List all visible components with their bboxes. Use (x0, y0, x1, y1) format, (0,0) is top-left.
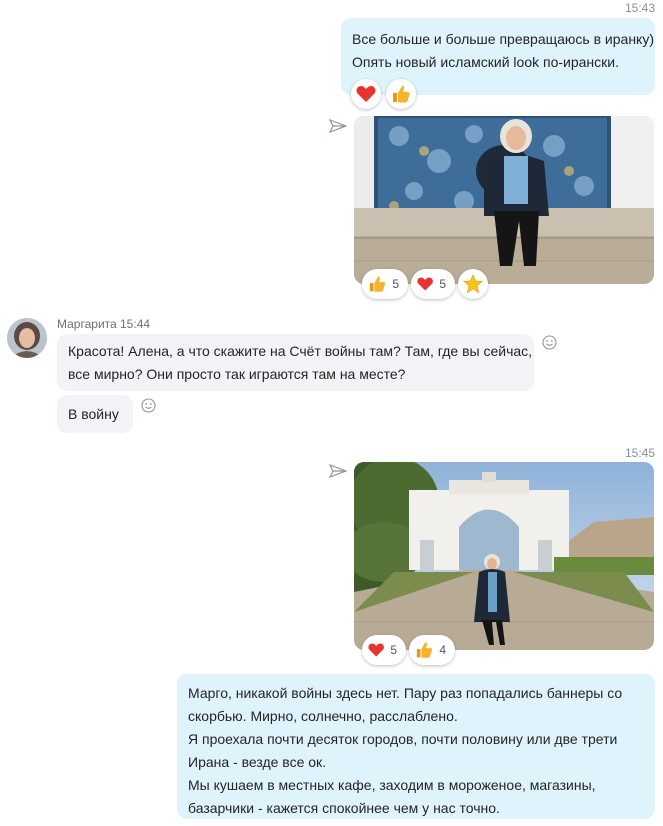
timestamp: 15:45 (625, 446, 656, 460)
avatar[interactable] (7, 318, 47, 358)
reaction-heart[interactable]: 5 (362, 635, 406, 665)
message-line: все мирно? Они просто так играются там н… (68, 366, 406, 382)
message-line: Ирана - везде все ок. (188, 754, 327, 770)
incoming-message[interactable]: В войну (57, 395, 133, 433)
reaction-thumbs-up[interactable]: 5 (362, 269, 408, 299)
reaction-thumbs-up[interactable]: 4 (409, 635, 455, 665)
timestamp: 15:43 (625, 1, 656, 15)
message-line: Все больше и больше превращаюсь в иранку… (352, 31, 655, 47)
message-line: Опять новый исламский look по-ирански. (352, 54, 619, 70)
message-line: Мы кушаем в местных кафе, заходим в моро… (188, 777, 596, 793)
heart-icon (356, 86, 376, 102)
reaction-count: 5 (439, 277, 446, 291)
star-icon (463, 274, 483, 294)
incoming-message[interactable]: Красота! Алена, а что скажите на Счёт во… (57, 334, 534, 391)
add-reaction-icon[interactable] (141, 398, 156, 413)
shared-photo-gate[interactable] (354, 462, 654, 650)
reaction-heart[interactable]: 5 (411, 269, 455, 299)
heart-icon (368, 643, 384, 657)
thumbs-up-icon (369, 276, 386, 292)
message-line: Я проехала почти десяток городов, почти … (188, 731, 618, 747)
reaction-count: 5 (392, 277, 399, 291)
heart-icon (417, 277, 433, 291)
reaction-count: 4 (439, 643, 446, 657)
reaction-thumbs-up[interactable] (386, 79, 416, 109)
message-line: базарчики - кажется спокойнее чем у нас … (188, 800, 500, 816)
shared-photo-tile-wall[interactable] (354, 116, 654, 284)
message-line: Красота! Алена, а что скажите на Счёт во… (68, 343, 533, 359)
reaction-count: 5 (390, 643, 397, 657)
message-line: скорбью. Мирно, солнечно, расслаблено. (188, 708, 458, 724)
message-line: Марго, никакой войны здесь нет. Пару раз… (188, 685, 623, 701)
outgoing-message[interactable]: Все больше и больше превращаюсь в иранку… (341, 18, 655, 95)
outgoing-message[interactable]: Марго, никакой войны здесь нет. Пару раз… (177, 674, 655, 819)
thumbs-up-icon (416, 642, 433, 658)
sender-name-time: Маргарита 15:44 (57, 317, 151, 331)
reaction-heart[interactable] (351, 79, 381, 109)
thumbs-up-icon (393, 85, 410, 103)
sent-icon (329, 464, 347, 478)
message-line: В войну (68, 406, 119, 422)
sent-icon (329, 119, 347, 133)
reaction-star[interactable] (458, 269, 488, 299)
add-reaction-icon[interactable] (542, 335, 557, 350)
